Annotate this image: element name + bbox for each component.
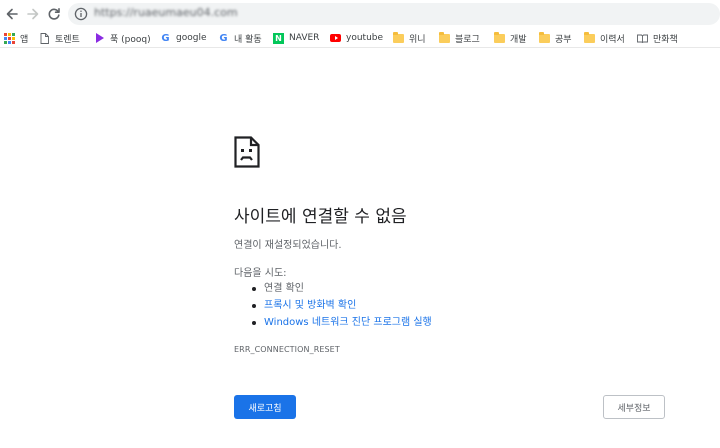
suggestion-check-connection: 연결 확인 xyxy=(250,280,432,297)
bookmarks-bar: 앱 토렌트 푹 (pooq) G google G 내 활동 N NAVER y… xyxy=(0,28,720,48)
naver-icon: N xyxy=(273,32,284,44)
bookmark-youtube[interactable]: youtube xyxy=(330,30,383,46)
arrow-left-icon xyxy=(6,8,18,20)
bookmark-comics[interactable]: 만화책 xyxy=(637,30,678,46)
folder-icon xyxy=(393,31,404,44)
reload-icon xyxy=(48,8,60,20)
reload-button[interactable] xyxy=(44,4,64,24)
bookmark-label: 만화책 xyxy=(653,34,678,45)
folder-icon xyxy=(584,31,595,44)
arrow-right-icon xyxy=(27,8,39,20)
error-title: 사이트에 연결할 수 없음 xyxy=(234,207,407,227)
folder-icon xyxy=(494,31,505,44)
apps-grid-icon xyxy=(4,32,15,44)
google-icon: G xyxy=(219,32,228,44)
bookmark-apps[interactable]: 앱 xyxy=(4,30,28,46)
book-icon xyxy=(637,33,648,44)
bookmark-label: google xyxy=(176,33,207,43)
bookmark-folder-resume[interactable]: 이력서 xyxy=(584,30,625,46)
url-text[interactable]: https://ruaeumaeu04.com xyxy=(94,6,238,19)
try-label: 다음을 시도: xyxy=(234,268,287,279)
bookmark-label: youtube xyxy=(346,33,384,43)
bookmark-label: 위니 xyxy=(409,34,426,45)
error-description: 연결이 재설정되었습니다. xyxy=(234,240,342,251)
folder-icon xyxy=(439,31,450,44)
bookmark-label: 블로그 xyxy=(455,34,480,45)
play-icon xyxy=(94,33,105,44)
bookmark-label: 토렌트 xyxy=(55,34,80,45)
folder-icon xyxy=(539,31,550,44)
bookmark-label: 이력서 xyxy=(600,34,625,45)
forward-button[interactable] xyxy=(23,4,43,24)
bookmark-google[interactable]: G google xyxy=(160,30,206,46)
browser-toolbar: https://ruaeumaeu04.com xyxy=(0,0,720,28)
reload-page-button[interactable]: 새로고침 xyxy=(234,395,296,419)
bookmark-my-activity[interactable]: G 내 활동 xyxy=(218,30,262,46)
bookmark-label: 내 활동 xyxy=(234,34,262,45)
bookmark-label: 앱 xyxy=(20,34,29,45)
youtube-icon xyxy=(330,33,341,44)
info-icon[interactable] xyxy=(74,7,88,21)
suggestion-check-proxy-link[interactable]: 프록시 및 방화벽 확인 xyxy=(250,297,432,314)
page-icon xyxy=(39,32,50,44)
google-icon: G xyxy=(161,32,170,44)
bookmark-torrent[interactable]: 토렌트 xyxy=(39,30,80,46)
bookmark-pooq[interactable]: 푹 (pooq) xyxy=(94,30,151,46)
bookmark-label: 개발 xyxy=(510,34,527,45)
error-code: ERR_CONNECTION_RESET xyxy=(234,345,340,354)
back-button[interactable] xyxy=(2,4,22,24)
bookmark-folder-dev[interactable]: 개발 xyxy=(494,30,527,46)
bookmark-folder-study[interactable]: 공부 xyxy=(539,30,572,46)
bookmark-label: 푹 (pooq) xyxy=(110,34,151,45)
bookmark-label: 공부 xyxy=(555,34,572,45)
sad-page-icon xyxy=(234,136,260,168)
bookmark-folder-winny[interactable]: 위니 xyxy=(393,30,426,46)
bookmark-naver[interactable]: N NAVER xyxy=(273,30,319,46)
suggestion-list: 연결 확인 프록시 및 방화벽 확인 Windows 네트워크 진단 프로그램 … xyxy=(250,280,432,331)
suggestion-run-diagnostics-link[interactable]: Windows 네트워크 진단 프로그램 실행 xyxy=(250,314,432,331)
details-button[interactable]: 세부정보 xyxy=(603,395,665,419)
bookmark-folder-blog[interactable]: 블로그 xyxy=(439,30,480,46)
bookmark-label: NAVER xyxy=(289,33,320,43)
address-bar[interactable]: https://ruaeumaeu04.com xyxy=(68,3,720,25)
